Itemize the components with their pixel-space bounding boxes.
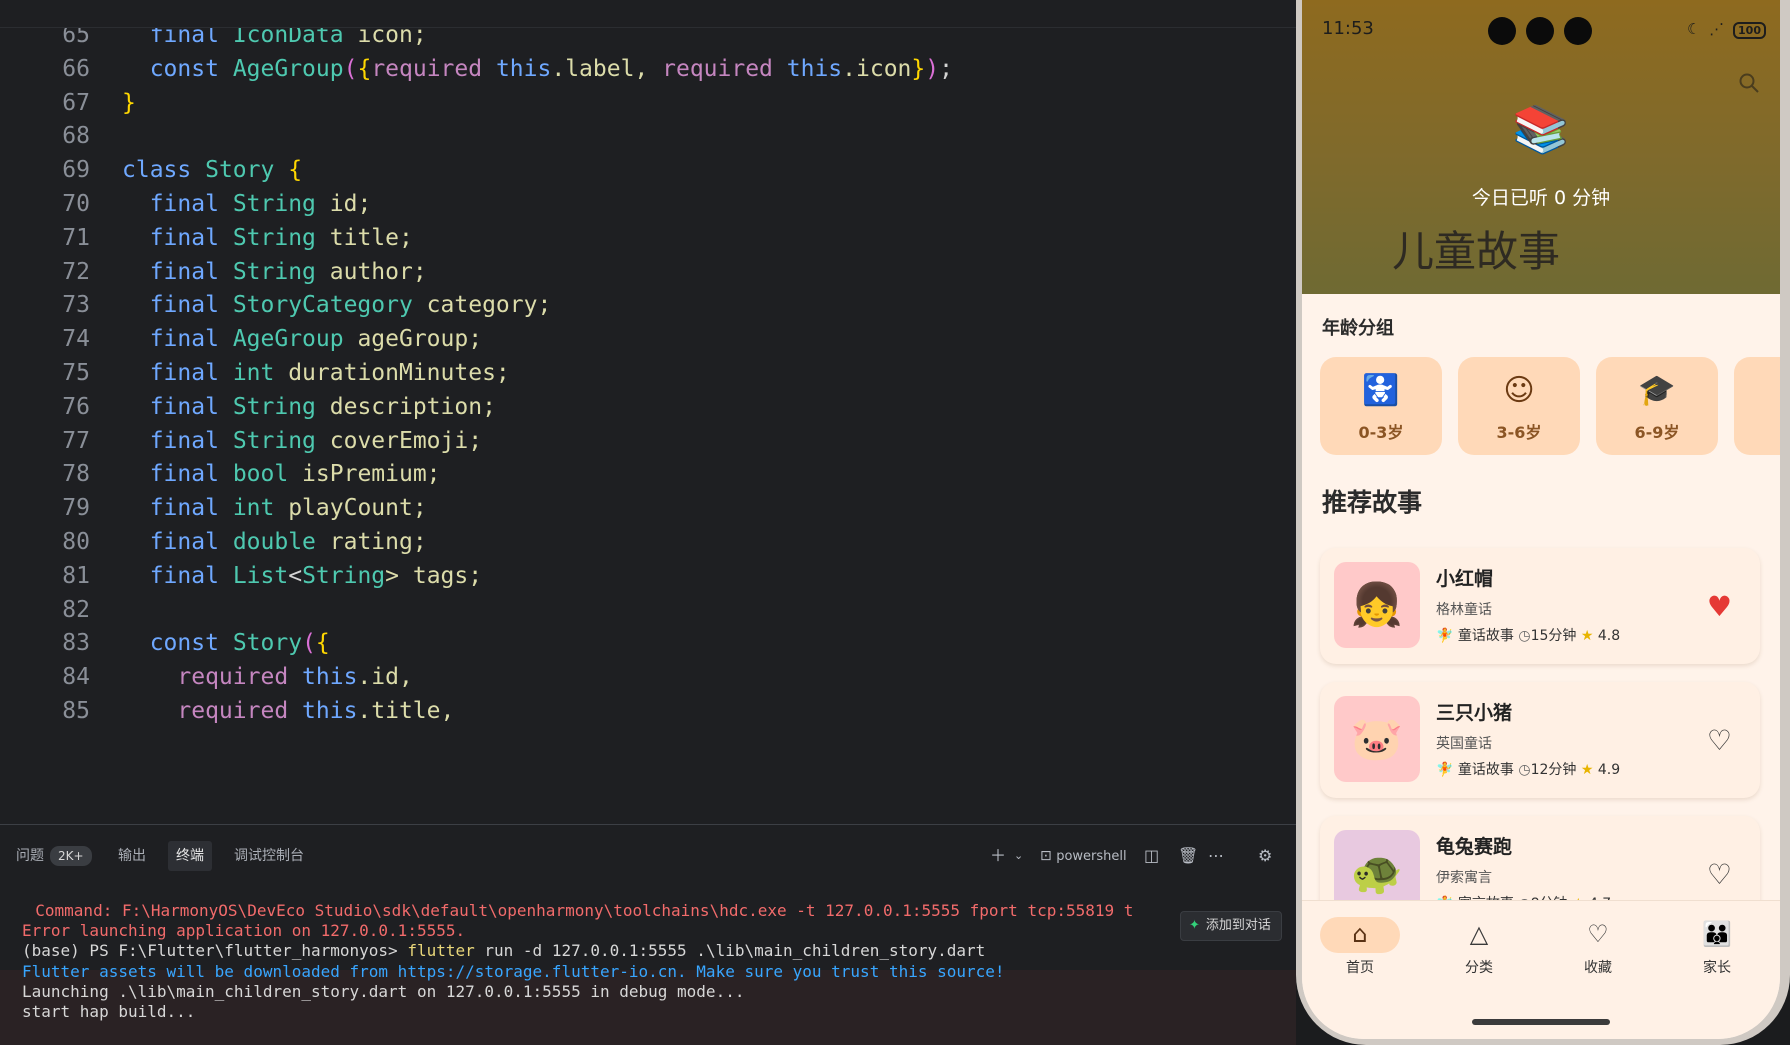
story-title: 龟兔赛跑 (1436, 836, 1513, 858)
app-title: 儿童故事 (1392, 227, 1561, 276)
age-section-title: 年龄分组 (1322, 318, 1394, 339)
age-label: 6-9岁 (1634, 423, 1680, 442)
camera-cutout (1526, 17, 1554, 45)
heart-outline-icon[interactable]: ♡ (1707, 858, 1732, 891)
trash-icon[interactable]: 🗑 (1178, 841, 1198, 871)
tab-debug-console[interactable]: 调试控制台 (226, 841, 312, 871)
bottom-panel: 问题 2K+ 输出 终端 调试控制台 ＋ ⌄ ⊡ powershell ◫ 🗑 ⋯… (0, 824, 1296, 1045)
fairy-icon: 🧚 (1436, 628, 1454, 644)
hero-header: 11:53 ☾ ⋰ 100 📚 今日已听 0 分钟 儿童故事 (1302, 0, 1780, 294)
chip-label: 添加到对话 (1205, 918, 1271, 933)
sticky-scroll-header[interactable]: 58 enum AgeGroup { (0, 0, 1296, 28)
age-group-3-6[interactable]: ☺ 3-6岁 (1458, 357, 1580, 455)
terminal-line: start hap build... (22, 1002, 196, 1021)
new-terminal-icon[interactable]: ＋ (990, 841, 1006, 871)
nav-label: 收藏 (1584, 960, 1612, 976)
nav-label: 家长 (1703, 960, 1731, 976)
story-author: 伊索寓言 (1436, 870, 1492, 886)
clock-icon: ◷ (1518, 762, 1531, 778)
add-to-chat-button[interactable]: ✦ 添加到对话 (1180, 911, 1282, 941)
nav-home[interactable]: ⌂ 首页 (1320, 917, 1400, 977)
status-time: 11:53 (1322, 18, 1374, 39)
family-icon: 👪 (1702, 920, 1732, 948)
fairy-icon: 🧚 (1436, 762, 1454, 778)
graduation-cap-icon: 🎓 (1638, 373, 1676, 408)
story-author: 格林童话 (1436, 602, 1492, 618)
story-rating: 4.9 (1593, 762, 1621, 778)
story-duration: 12分钟 (1530, 762, 1577, 778)
problems-badge: 2K+ (50, 846, 92, 866)
story-cover-icon: 👧 (1334, 562, 1420, 648)
tab-problems[interactable]: 问题 2K+ (8, 841, 100, 871)
camera-cutout (1564, 17, 1592, 45)
nav-category[interactable]: △ 分类 (1439, 917, 1519, 977)
split-terminal-icon[interactable]: ◫ (1144, 841, 1159, 871)
category-icon: △ (1469, 920, 1489, 948)
tab-output[interactable]: 输出 (110, 841, 154, 871)
nav-label: 分类 (1465, 960, 1493, 976)
story-cover-icon: 🐷 (1334, 696, 1420, 782)
age-group-0-3[interactable]: 🚼 0-3岁 (1320, 357, 1442, 455)
star-icon: ★ (1580, 762, 1594, 778)
age-group-partial[interactable] (1734, 357, 1780, 455)
heart-outline-icon[interactable]: ♡ (1707, 724, 1732, 757)
search-icon[interactable] (1738, 72, 1760, 94)
baby-icon: 🚼 (1362, 373, 1400, 408)
story-author: 英国童话 (1436, 736, 1492, 752)
story-card[interactable]: 👧 小红帽格林童话 🧚 童话故事 ◷15分钟 ★ 4.8 ♥ (1320, 548, 1760, 664)
age-group-6-9[interactable]: 🎓 6-9岁 (1596, 357, 1718, 455)
shell-selector[interactable]: ⊡ powershell (1040, 841, 1127, 871)
story-card[interactable]: 🐷 三只小猪英国童话 🧚 童话故事 ◷12分钟 ★ 4.9 ♡ (1320, 682, 1760, 798)
chevron-down-icon[interactable]: ⌄ (1014, 841, 1023, 871)
age-label: 0-3岁 (1358, 423, 1404, 442)
smiley-icon: ☺ (1503, 373, 1535, 408)
story-category: 童话故事 (1457, 762, 1514, 778)
camera-cutout (1488, 17, 1516, 45)
home-indicator[interactable] (1472, 1019, 1610, 1025)
signal-icon: ⋰ (1709, 20, 1727, 38)
story-category: 童话故事 (1457, 628, 1514, 644)
shell-label: powershell (1056, 849, 1127, 864)
moon-icon: ☾ (1687, 20, 1703, 38)
tab-label: 问题 (16, 848, 44, 864)
terminal-icon: ⊡ (1040, 848, 1052, 864)
books-icon: 📚 (1512, 102, 1570, 156)
tab-terminal[interactable]: 终端 (168, 841, 212, 871)
phone-screen[interactable]: 11:53 ☾ ⋰ 100 📚 今日已听 0 分钟 儿童故事 年龄分组 🚼 0-… (1302, 0, 1780, 1039)
line-number: 85 (62, 698, 90, 724)
story-meta: 🧚 童话故事 ◷15分钟 ★ 4.8 (1436, 625, 1620, 645)
heart-filled-icon[interactable]: ♥ (1707, 590, 1732, 623)
nav-label: 首页 (1346, 960, 1374, 976)
recommended-section-title: 推荐故事 (1322, 488, 1423, 517)
panel-tabs: 问题 2K+ 输出 终端 调试控制台 ＋ ⌄ ⊡ powershell ◫ 🗑 ⋯… (0, 825, 1296, 883)
story-duration: 15分钟 (1530, 628, 1577, 644)
heart-icon: ♡ (1587, 920, 1609, 948)
code-line: 85 required this.title, (0, 692, 1296, 731)
story-title: 三只小猪 (1436, 702, 1513, 724)
story-rating: 4.8 (1593, 628, 1621, 644)
story-title: 小红帽 (1436, 568, 1494, 590)
code-editor[interactable]: 58 enum AgeGroup { 65 final IconData ico… (0, 0, 1296, 824)
battery-icon: 100 (1733, 22, 1766, 39)
home-icon: ⌂ (1352, 920, 1368, 948)
age-label: 3-6岁 (1496, 423, 1542, 442)
sparkle-icon: ✦ (1189, 918, 1200, 933)
nav-favorites[interactable]: ♡ 收藏 (1558, 917, 1638, 977)
clock-icon: ◷ (1518, 628, 1531, 644)
settings-sliders-icon[interactable]: ⚙ (1258, 841, 1272, 871)
nav-parent[interactable]: 👪 家长 (1677, 917, 1757, 977)
status-icons: ☾ ⋰ 100 (1687, 20, 1766, 39)
star-icon: ★ (1580, 628, 1594, 644)
more-icon[interactable]: ⋯ (1208, 841, 1224, 871)
code-text: required this.title, (177, 698, 455, 724)
listen-time-text: 今日已听 0 分钟 (1471, 187, 1611, 209)
story-meta: 🧚 童话故事 ◷12分钟 ★ 4.9 (1436, 759, 1620, 779)
